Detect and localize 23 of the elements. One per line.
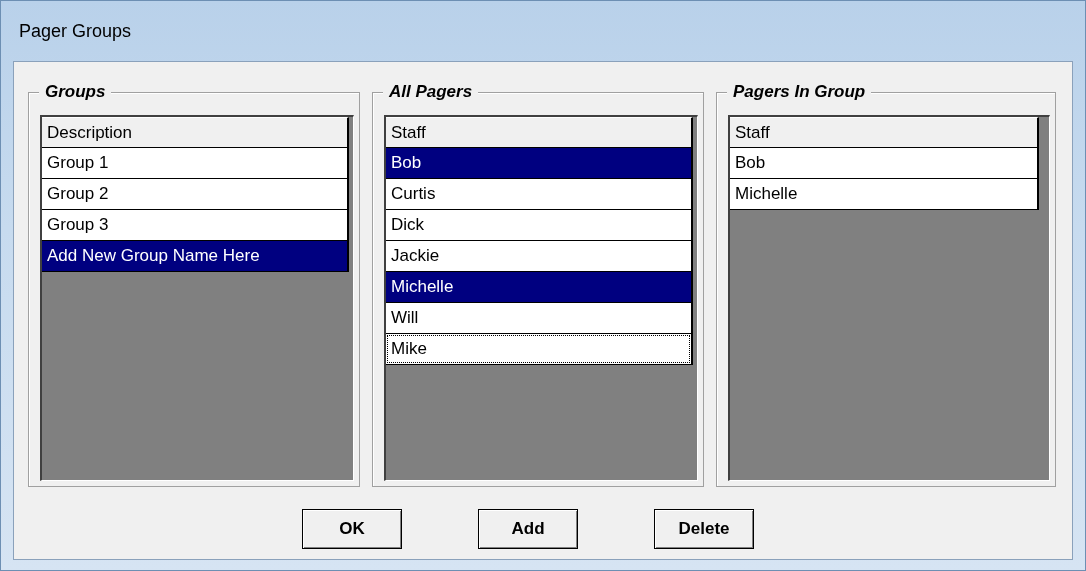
frame-title: All Pagers [383, 82, 479, 102]
list-row[interactable]: Mike [386, 334, 693, 365]
dialog-button[interactable]: Add [478, 509, 578, 549]
list-row[interactable]: Add New Group Name Here [42, 241, 349, 272]
column-header[interactable]: Staff [730, 117, 1039, 148]
list-row[interactable]: Bob [730, 148, 1039, 179]
list-row[interactable]: Bob [386, 148, 693, 179]
list-row[interactable]: Will [386, 303, 693, 334]
column-header[interactable]: Staff [386, 117, 693, 148]
frame-title: Pagers In Group [727, 82, 872, 102]
dialog-button[interactable]: OK [302, 509, 402, 549]
list-row[interactable]: Jackie [386, 241, 693, 272]
list-row[interactable]: Dick [386, 210, 693, 241]
list-row[interactable]: Michelle [386, 272, 693, 303]
dialog-button[interactable]: Delete [654, 509, 754, 549]
list-row[interactable]: Curtis [386, 179, 693, 210]
column-header[interactable]: Description [42, 117, 349, 148]
frame-title: Groups [39, 82, 112, 102]
window-title: Pager Groups [19, 20, 132, 42]
list-row[interactable]: Group 1 [42, 148, 349, 179]
list-row[interactable]: Group 2 [42, 179, 349, 210]
list-row[interactable]: Group 3 [42, 210, 349, 241]
list-row[interactable]: Michelle [730, 179, 1039, 210]
